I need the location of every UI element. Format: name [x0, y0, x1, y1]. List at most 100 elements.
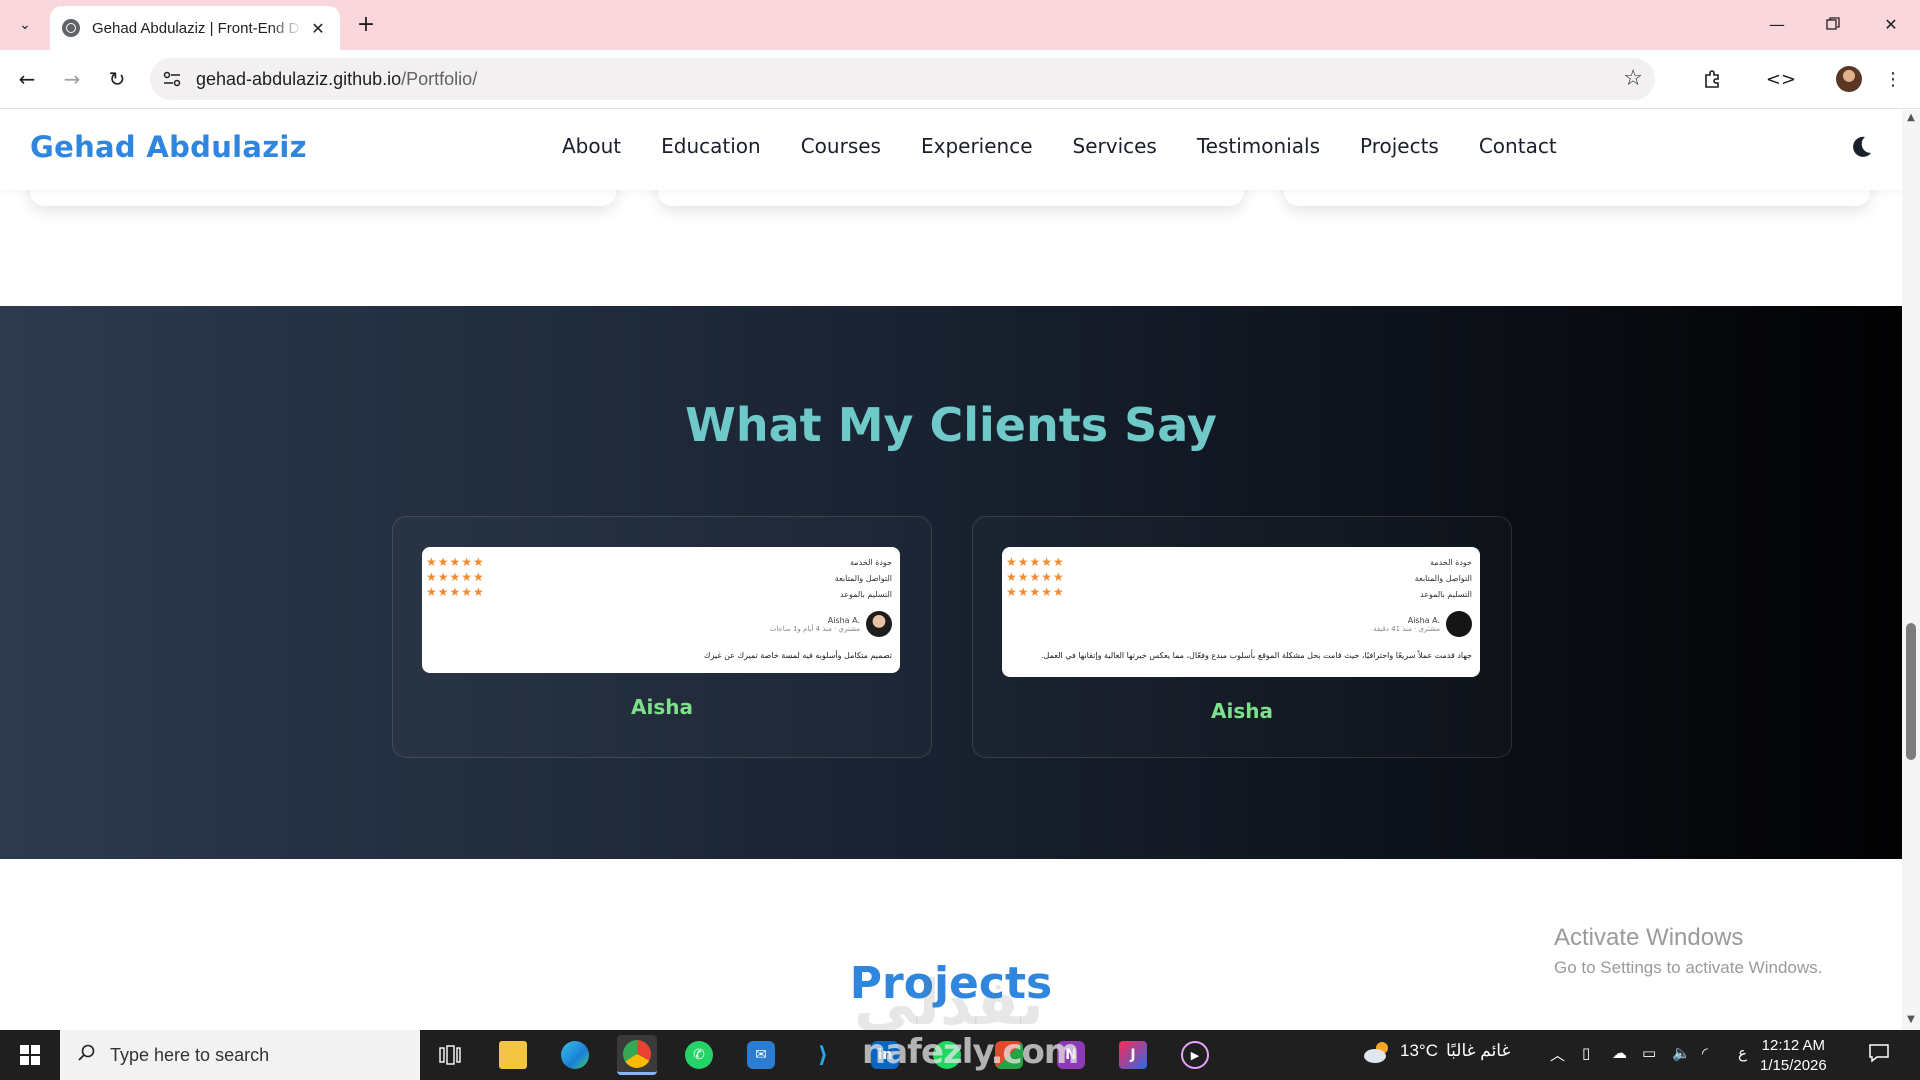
search-placeholder: Type here to search [110, 1044, 270, 1065]
star-rating-row: ★★★★★ [1006, 585, 1065, 599]
reviewer-meta: Aisha A. مشتري · منذ 4 أيام و1 ساعات [770, 616, 860, 633]
reviewer-avatar [1446, 611, 1472, 637]
onedrive-cloud-icon[interactable]: ☁ [1612, 1044, 1627, 1062]
forward-arrow-icon[interactable]: → [55, 62, 89, 96]
minimize-icon[interactable]: — [1754, 8, 1800, 40]
file-explorer-icon[interactable] [493, 1035, 533, 1075]
client-name: Aisha [1211, 699, 1273, 723]
vscode-icon[interactable]: ⟩ [803, 1035, 843, 1075]
activate-windows-notice: Activate Windows Go to Settings to activ… [1554, 924, 1822, 978]
reviewer-info: Aisha A. مشتري · منذ 4 أيام و1 ساعات [770, 611, 892, 637]
scroll-up-arrow-icon[interactable]: ▲ [1905, 112, 1917, 123]
criterion-label: التواصل والمتابعة [834, 574, 892, 583]
taskbar-search-box[interactable]: Type here to search [60, 1030, 420, 1080]
site-settings-icon[interactable] [160, 67, 184, 91]
page-viewport: Gehad Abdulaziz About Education Courses … [0, 110, 1920, 1030]
weather-widget[interactable]: 13°C غائم غالبًا [1362, 1040, 1511, 1063]
clock-time: 12:12 AM [1761, 1037, 1826, 1054]
page-scrollbar[interactable]: ▲ ▼ [1902, 110, 1920, 1030]
scrollbar-thumb[interactable] [1906, 623, 1916, 760]
watermark-text: nafezly.com [862, 1032, 1079, 1072]
show-hidden-icons-chevron-icon[interactable]: ︿ [1550, 1044, 1565, 1065]
criterion-label: التواصل والمتابعة [1414, 574, 1472, 583]
wifi-icon[interactable]: ◜ [1702, 1044, 1708, 1062]
dark-mode-moon-icon[interactable] [1848, 134, 1878, 164]
whatsapp-icon[interactable]: ✆ [679, 1035, 719, 1075]
extensions-puzzle-icon[interactable] [1696, 62, 1730, 96]
clock-date: 1/15/2026 [1760, 1057, 1827, 1074]
review-text: تصميم متكامل وأسلوبه فيه لمسة خاصة تميزك… [703, 651, 892, 660]
review-screenshot: ★★★★★ ★★★★★ ★★★★★ جودة الخدمة التواصل وا… [422, 547, 900, 673]
nav-education[interactable]: Education [661, 134, 761, 158]
reviewer-name: Aisha A. [827, 615, 860, 625]
battery-icon[interactable]: ▭ [1642, 1044, 1656, 1062]
star-rating-row: ★★★★★ [426, 585, 485, 599]
star-rating-row: ★★★★★ [1006, 570, 1065, 584]
device-icon[interactable]: ▯ [1582, 1044, 1590, 1062]
mail-app-icon[interactable]: ✉ [741, 1035, 781, 1075]
site-navbar: Gehad Abdulaziz About Education Courses … [0, 110, 1902, 190]
browser-tab-active[interactable]: Gehad Abdulaziz | Front-End Developer ✕ [50, 6, 340, 50]
nav-courses[interactable]: Courses [801, 134, 881, 158]
nav-services[interactable]: Services [1073, 134, 1157, 158]
testimonials-section: What My Clients Say ★★★★★ ★★★★★ ★★★★★ جو… [0, 306, 1902, 859]
reviewer-name: Aisha A. [1407, 615, 1440, 625]
new-tab-plus-icon[interactable]: + [352, 12, 380, 40]
reviewer-meta: Aisha A. مشتري · منذ 41 دقيقة [1373, 616, 1440, 633]
bookmark-star-icon[interactable]: ☆ [1623, 66, 1643, 91]
notifications-icon[interactable] [1868, 1042, 1892, 1066]
reviewer-time: مشتري · منذ 41 دقيقة [1373, 624, 1440, 633]
nav-about[interactable]: About [562, 134, 621, 158]
system-clock[interactable]: 12:12 AM 1/15/2026 [1760, 1036, 1827, 1076]
criterion-label: التسليم بالموعد [840, 590, 892, 599]
activate-title: Activate Windows [1554, 924, 1744, 951]
star-rating-row: ★★★★★ [426, 555, 485, 569]
nav-testimonials[interactable]: Testimonials [1197, 134, 1320, 158]
profile-avatar[interactable] [1836, 66, 1862, 92]
url-text: gehad-abdulaziz.github.io/Portfolio/ [196, 69, 478, 89]
jetbrains-icon[interactable]: J [1113, 1035, 1153, 1075]
scroll-down-arrow-icon[interactable]: ▼ [1905, 1014, 1917, 1025]
client-name: Aisha [631, 695, 693, 719]
reload-icon[interactable]: ↻ [100, 62, 134, 96]
section-title: What My Clients Say [685, 398, 1217, 452]
rating-criteria: جودة الخدمة التواصل والمتابعة التسليم با… [835, 555, 892, 603]
tab-title: Gehad Abdulaziz | Front-End Developer [92, 19, 302, 37]
nav-projects[interactable]: Projects [1360, 134, 1439, 158]
nav-links: About Education Courses Experience Servi… [562, 134, 1597, 158]
star-ratings: ★★★★★ ★★★★★ ★★★★★ [426, 555, 485, 600]
testimonial-card: ★★★★★ ★★★★★ ★★★★★ جودة الخدمة التواصل وا… [392, 516, 932, 758]
weather-description: غائم غالبًا [1445, 1041, 1511, 1060]
edge-browser-icon[interactable] [555, 1035, 595, 1075]
tab-close-icon[interactable]: ✕ [308, 19, 328, 38]
star-rating-row: ★★★★★ [1006, 555, 1065, 569]
reviewer-time: مشتري · منذ 4 أيام و1 ساعات [769, 624, 860, 633]
review-text: جهاد قدمت عملاً سريعًا واحترافيًا، حيث ق… [1041, 651, 1472, 660]
rating-criteria: جودة الخدمة التواصل والمتابعة التسليم با… [1415, 555, 1472, 603]
chrome-browser-icon[interactable] [617, 1035, 657, 1075]
site-logo[interactable]: Gehad Abdulaziz [30, 130, 307, 164]
windows-logo-icon [20, 1045, 40, 1065]
criterion-label: جودة الخدمة [1430, 558, 1472, 567]
reviewer-info: Aisha A. مشتري · منذ 41 دقيقة [1373, 611, 1472, 637]
media-player-icon[interactable]: ▶ [1175, 1035, 1215, 1075]
volume-icon[interactable]: 🔈 [1672, 1044, 1691, 1062]
globe-icon [62, 19, 80, 37]
tab-search-chevron-icon[interactable]: ⌄ [10, 10, 40, 40]
criterion-label: جودة الخدمة [850, 558, 892, 567]
restore-icon[interactable] [1810, 8, 1856, 40]
browser-toolbar: ← → ↻ gehad-abdulaziz.github.io/Portfoli… [0, 50, 1920, 109]
devtools-code-icon[interactable]: <> [1764, 62, 1798, 96]
nav-experience[interactable]: Experience [921, 134, 1033, 158]
input-language-indicator[interactable]: ع [1738, 1044, 1747, 1062]
more-menu-icon[interactable]: ⋮ [1876, 62, 1910, 96]
nav-contact[interactable]: Contact [1479, 134, 1557, 158]
start-button[interactable] [0, 1030, 60, 1080]
testimonial-card: ★★★★★ ★★★★★ ★★★★★ جودة الخدمة التواصل وا… [972, 516, 1512, 758]
browser-tab-strip: ⌄ Gehad Abdulaziz | Front-End Developer … [0, 0, 1920, 50]
task-view-icon[interactable] [430, 1035, 470, 1075]
back-arrow-icon[interactable]: ← [10, 62, 44, 96]
cloudy-weather-icon [1362, 1040, 1392, 1063]
address-bar[interactable]: gehad-abdulaziz.github.io/Portfolio/ ☆ [150, 58, 1655, 100]
close-window-icon[interactable]: ✕ [1868, 8, 1914, 40]
